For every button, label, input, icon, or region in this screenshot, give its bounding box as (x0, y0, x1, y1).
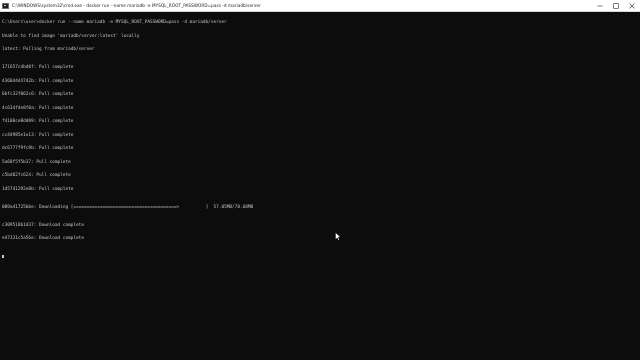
mouse-pointer-icon (335, 232, 341, 241)
download-size: 57.05MB/78.68MB (213, 204, 254, 210)
layer-status: Pull complete (36, 159, 71, 165)
layer-line: 171657c4bd0f: Pull complete (2, 65, 74, 70)
download-status: Downloading (39, 204, 69, 210)
layer-line: 43604444742b: Pull complete (2, 78, 74, 84)
unable-to-find-line: Unable to find image 'mariadb/server:lat… (2, 33, 140, 39)
download-status: Download complete (39, 236, 84, 241)
layer-id: 4c634f4e8f0a (2, 105, 34, 111)
layer-status: Pull complete (39, 65, 74, 70)
command-prompt-line: C:\Users\user>docker run --name mariadb … (2, 20, 227, 25)
close-icon[interactable] (624, 0, 640, 11)
layer-line: 1d5741292e8b: Pull complete (2, 186, 74, 192)
maximize-icon[interactable] (608, 0, 624, 11)
layer-status: Pull complete (39, 186, 74, 192)
layer-status: Pull complete (39, 78, 74, 84)
layer-id: 089a41725bbe (2, 204, 34, 210)
cmd-app-icon[interactable] (2, 2, 9, 9)
layer-status: Pull complete (39, 132, 74, 138)
terminal-window: C:\WINDOWS\system32\cmd.exe - docker run… (0, 0, 640, 360)
layer-line: 4c634f4e8f0a: Pull complete (2, 105, 74, 111)
download-progress-bar: [=======================================… (70, 204, 209, 210)
window-title: C:\WINDOWS\system32\cmd.exe - docker run… (12, 3, 261, 8)
layer-id: 5a68f5f5b37 (2, 159, 32, 165)
pulling-line: latest: Pulling from mariadb/server (2, 47, 95, 52)
layer-line: dc6777f9fc9b: Pull complete (2, 146, 74, 151)
layer-status: Pull complete (39, 119, 74, 124)
layer-id: c5bd82fc624 (2, 173, 32, 178)
layer-id: c309518b1d37 (2, 222, 34, 228)
layer-id: f4100ce8dd09 (2, 119, 34, 124)
console-output[interactable]: C:\Users\user>docker run --name mariadb … (2, 12, 638, 269)
download-line: c309518b1d37: Download complete (2, 222, 84, 228)
layer-line: f4100ce8dd09: Pull complete (2, 119, 74, 124)
layer-status: Pull complete (39, 92, 74, 97)
layer-status: Pull complete (36, 173, 71, 178)
layer-id: 1d5741292e8b (2, 186, 34, 192)
layer-id: e47331c5a56e (2, 236, 34, 241)
cursor-line (2, 255, 638, 260)
layer-id: 171657c4bd0f (2, 65, 34, 70)
layer-line: 5a68f5f5b37: Pull complete (2, 159, 71, 165)
download-line: e47331c5a56e: Download complete (2, 236, 84, 241)
layer-id: cc44985e1e13 (2, 132, 34, 138)
text-cursor (2, 255, 5, 259)
layer-status: Pull complete (39, 146, 74, 151)
layer-line: 6bfc32f062c6: Pull complete (2, 92, 74, 97)
layer-id: 6bfc32f062c6 (2, 92, 34, 97)
window-controls (592, 0, 640, 11)
download-status: Download complete (39, 222, 84, 228)
layer-line: cc44985e1e13: Pull complete (2, 132, 74, 138)
layer-id: 43604444742b (2, 78, 34, 84)
minimize-icon[interactable] (592, 0, 608, 11)
layer-status: Pull complete (39, 105, 74, 111)
title-bar[interactable]: C:\WINDOWS\system32\cmd.exe - docker run… (0, 0, 640, 12)
downloading-line: 089a41725bbe: Downloading [=============… (2, 204, 254, 210)
layer-line: c5bd82fc624: Pull complete (2, 173, 71, 178)
layer-id: dc6777f9fc9b (2, 146, 34, 151)
